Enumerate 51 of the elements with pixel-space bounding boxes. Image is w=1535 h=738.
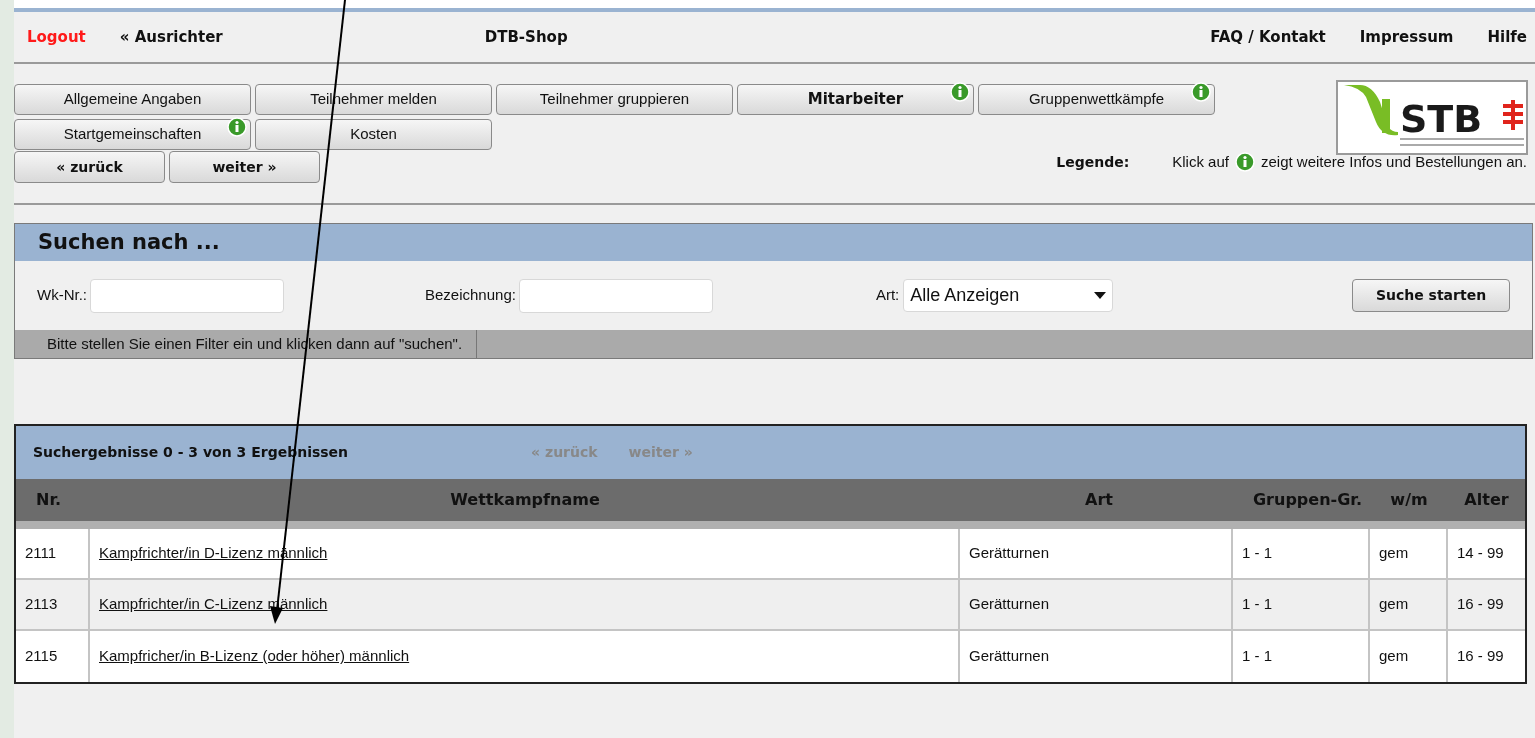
nav-button[interactable]: Startgemeinschaften <box>14 119 251 150</box>
nav-button[interactable]: Kosten <box>255 119 492 150</box>
select-field[interactable]: Alle Anzeigen <box>903 279 1114 312</box>
info-icon[interactable] <box>227 117 247 137</box>
nav-button[interactable]: Mitarbeiter <box>737 84 974 115</box>
column-header: Alter <box>1463 489 1510 511</box>
table-cell-text: 16 - 99 <box>1457 646 1504 667</box>
nav-button[interactable]: Gruppenwettkämpfe <box>978 84 1215 115</box>
column-header: w/m <box>1389 489 1429 511</box>
input-field[interactable] <box>90 278 284 313</box>
search-button[interactable]: Suche starten <box>1352 279 1510 312</box>
page-title: DTB-Shop <box>484 26 568 48</box>
table-cell-text: gem <box>1379 594 1409 615</box>
logo: STB <box>1336 80 1528 155</box>
column-header: Nr. <box>35 489 63 511</box>
table-cell-text: Gerätturnen <box>969 543 1050 564</box>
table-cell-text: gem <box>1379 646 1409 667</box>
info-icon[interactable] <box>1191 82 1211 102</box>
field-label: Wk-Nr.: <box>37 285 87 306</box>
pager-button[interactable]: « zurück <box>14 151 165 183</box>
table-cell-text: 2111 <box>25 543 57 564</box>
table-cell-text: 14 - 99 <box>1457 543 1504 564</box>
table-cell-text: 1 - 1 <box>1242 594 1272 615</box>
column-header: Art <box>1084 489 1114 511</box>
back-link[interactable]: « Ausrichter <box>119 25 223 49</box>
input-field[interactable] <box>518 278 713 313</box>
panel-title: Suchen nach ... <box>38 228 220 256</box>
nav-button[interactable]: Allgemeine Angaben <box>14 84 251 115</box>
legend-label: Legende: <box>1056 152 1130 172</box>
table-cell-text: 1 - 1 <box>1242 646 1272 667</box>
field-label: Bezeichnung: <box>425 285 516 306</box>
legend-text: Klick auf <box>1172 151 1229 172</box>
table-cell-text: 16 - 99 <box>1457 594 1504 615</box>
table-cell-text: 2115 <box>25 646 58 667</box>
column-header: Wettkampfname <box>449 489 601 511</box>
pager-button[interactable]: weiter » <box>169 151 320 183</box>
table-cell-text: gem <box>1379 543 1409 564</box>
header-link[interactable]: Impressum <box>1359 25 1454 49</box>
header-link[interactable]: FAQ / Kontakt <box>1210 25 1326 49</box>
info-icon[interactable] <box>950 82 970 102</box>
field-label: Art: <box>875 285 900 306</box>
caret-icon <box>1094 292 1107 299</box>
competition-link[interactable]: Kampfricher/in B-Lizenz (oder höher) männlich <box>99 645 410 668</box>
column-header: Gruppen-Gr. <box>1251 489 1363 511</box>
table-cell-text: 2113 <box>25 594 58 615</box>
table-cell-text: Gerätturnen <box>969 594 1050 615</box>
nav-button[interactable]: Teilnehmer gruppieren <box>496 84 733 115</box>
info-icon[interactable] <box>1235 152 1255 172</box>
table-cell-text: 1 - 1 <box>1242 543 1272 564</box>
table-cell-text: Gerätturnen <box>969 646 1050 667</box>
header-link[interactable]: Hilfe <box>1487 25 1527 49</box>
